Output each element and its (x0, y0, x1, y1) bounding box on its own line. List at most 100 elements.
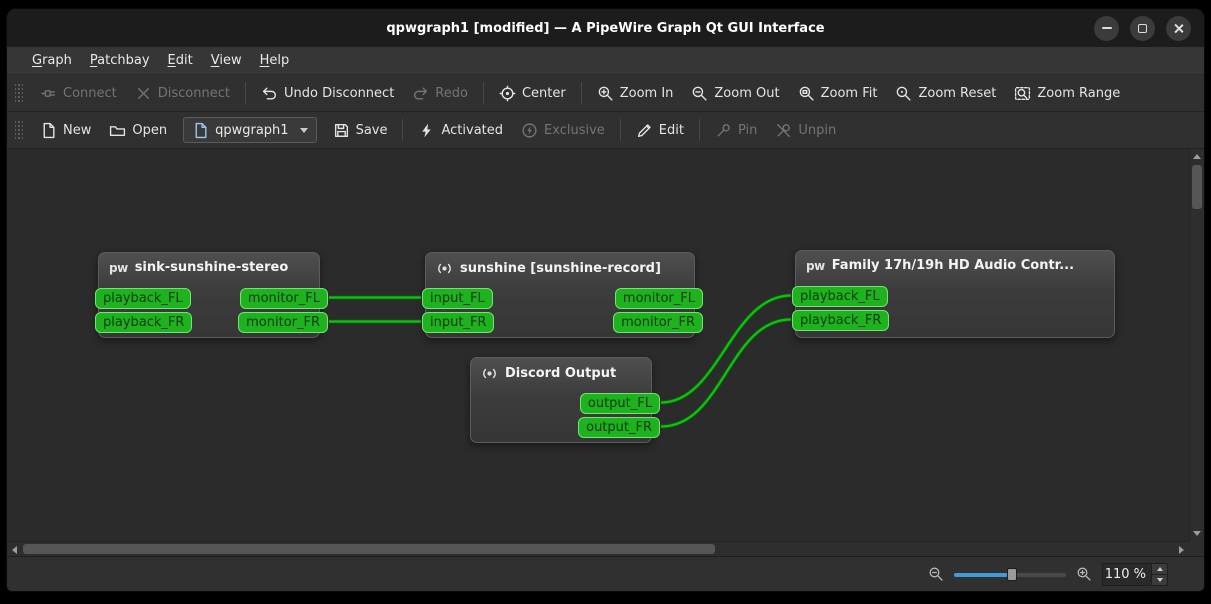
toolbar-separator (402, 119, 404, 141)
undo-disconnect-button[interactable]: Undo Disconnect (253, 80, 402, 107)
toolbar-drag-handle[interactable] (15, 119, 23, 141)
maximize-button[interactable] (1130, 15, 1155, 41)
arrow-left-icon (12, 545, 17, 554)
port-input[interactable]: input_FR (422, 312, 495, 333)
new-button[interactable]: New (32, 117, 99, 144)
statusbar: 110 % (7, 557, 1204, 591)
file-toolbar: New Open qpwgraph1 Save Activated Exclus… (7, 112, 1204, 149)
arrow-up-icon (1156, 566, 1163, 571)
vertical-scrollbar[interactable] (1189, 149, 1204, 541)
pipewire-icon: pw (806, 258, 825, 273)
spin-up-button[interactable] (1152, 563, 1167, 574)
port-input[interactable]: playback_FL (792, 286, 888, 307)
zoom-spinbox[interactable]: 110 % (1102, 562, 1168, 586)
chevron-down-icon (299, 127, 308, 133)
menu-patchbay[interactable]: Patchbay (81, 47, 159, 74)
toolbar-separator (619, 119, 621, 141)
pencil-icon (637, 123, 651, 137)
new-file-icon (43, 122, 55, 138)
node-title: Family 17h/19h HD Audio Contr... (831, 258, 1075, 273)
scroll-left-button[interactable] (7, 542, 22, 557)
scroll-down-button[interactable] (1189, 526, 1204, 541)
horizontal-scrollbar[interactable] (7, 541, 1189, 556)
pin-button[interactable]: Pin (707, 117, 765, 144)
zoom-slider[interactable] (954, 567, 1066, 582)
menu-view[interactable]: View (202, 47, 251, 74)
window-controls (1094, 9, 1191, 47)
graph-area[interactable]: pw sink-sunshine-stereo playback_FL play… (7, 149, 1189, 541)
edit-toggle[interactable]: Edit (628, 117, 692, 144)
toolbar-separator (580, 82, 582, 104)
disconnect-button[interactable]: Disconnect (127, 80, 238, 107)
open-folder-icon (110, 125, 126, 136)
maximize-icon (1138, 23, 1147, 33)
port-input[interactable]: playback_FR (95, 312, 193, 333)
redo-icon (414, 86, 428, 100)
pin-icon (717, 123, 730, 137)
center-button[interactable]: Center (491, 80, 574, 107)
spin-down-button[interactable] (1152, 573, 1167, 585)
node-header: Discord Output (471, 358, 651, 382)
activated-toggle[interactable]: Activated (410, 117, 511, 144)
titlebar[interactable]: qpwgraph1 [modified] — A PipeWire Graph … (7, 9, 1204, 47)
zoom-out-icon[interactable] (928, 566, 944, 582)
port-input[interactable]: playback_FL (95, 288, 191, 309)
zoom-range-button[interactable]: Zoom Range (1006, 80, 1128, 107)
zoom-in-button[interactable]: Zoom In (589, 80, 682, 107)
graph-toolbar: Connect Disconnect Undo Disconnect Redo … (7, 75, 1204, 112)
redo-button[interactable]: Redo (404, 80, 476, 107)
zoom-fit-button[interactable]: Zoom Fit (790, 80, 886, 107)
slider-handle[interactable] (1007, 567, 1018, 581)
menu-edit[interactable]: Edit (159, 47, 202, 74)
exclusive-toggle[interactable]: Exclusive (513, 117, 613, 144)
arrow-down-icon (1192, 531, 1201, 536)
center-icon (499, 85, 516, 101)
toolbar-drag-handle[interactable] (15, 82, 23, 104)
zoom-in-icon[interactable] (1076, 566, 1092, 582)
port-output[interactable]: monitor_FL (239, 288, 328, 309)
menu-graph[interactable]: Graph (23, 47, 81, 74)
save-icon (334, 123, 348, 137)
scrollbar-corner (1189, 541, 1204, 556)
port-input[interactable]: input_FL (422, 288, 493, 309)
graph-canvas[interactable]: pw sink-sunshine-stereo playback_FL play… (7, 149, 1204, 557)
open-button[interactable]: Open (101, 117, 175, 144)
zoom-reset-icon (897, 86, 912, 101)
vertical-scroll-thumb[interactable] (1192, 165, 1202, 209)
connection-wires (328, 293, 792, 429)
node-sunshine-record[interactable]: sunshine [sunshine-record] input_FL inpu… (422, 252, 703, 338)
node-header: pw sink-sunshine-stereo (99, 253, 319, 275)
zoom-out-button[interactable]: Zoom Out (683, 80, 787, 107)
horizontal-scroll-thumb[interactable] (23, 544, 715, 554)
record-icon (438, 263, 451, 274)
minimize-icon (1101, 27, 1112, 29)
zoom-out-icon (693, 86, 707, 101)
minimize-button[interactable] (1094, 15, 1119, 41)
port-input[interactable]: playback_FR (792, 310, 890, 331)
port-output[interactable]: monitor_FR (238, 312, 328, 333)
session-combo[interactable]: qpwgraph1 (183, 117, 317, 143)
save-button[interactable]: Save (325, 117, 396, 144)
port-output[interactable]: monitor_FR (613, 312, 703, 333)
node-discord-output[interactable]: Discord Output output_FL output_FR (470, 357, 660, 443)
unpin-button[interactable]: Unpin (767, 117, 844, 144)
connect-button[interactable]: Connect (32, 80, 125, 107)
node-header: sunshine [sunshine-record] (426, 253, 694, 277)
lightning-icon (422, 123, 432, 137)
port-output[interactable]: output_FL (579, 393, 660, 414)
window-title: qpwgraph1 [modified] — A PipeWire Graph … (386, 20, 825, 36)
zoom-reset-button[interactable]: Zoom Reset (887, 80, 1004, 107)
zoom-in-icon (598, 86, 613, 101)
node-family-hd-audio[interactable]: pw Family 17h/19h HD Audio Contr... play… (792, 250, 1115, 338)
close-button[interactable] (1166, 15, 1191, 41)
node-sink-sunshine-stereo[interactable]: pw sink-sunshine-stereo playback_FL play… (95, 252, 328, 338)
scroll-up-button[interactable] (1189, 149, 1204, 164)
unpin-icon (777, 123, 791, 137)
menu-help[interactable]: Help (251, 47, 299, 74)
arrow-down-icon (1156, 577, 1163, 582)
port-output[interactable]: monitor_FL (614, 288, 703, 309)
zoom-value[interactable]: 110 % (1103, 564, 1151, 585)
port-output[interactable]: output_FR (578, 417, 660, 438)
scroll-right-button[interactable] (1174, 542, 1189, 557)
arrow-up-icon (1192, 154, 1201, 159)
